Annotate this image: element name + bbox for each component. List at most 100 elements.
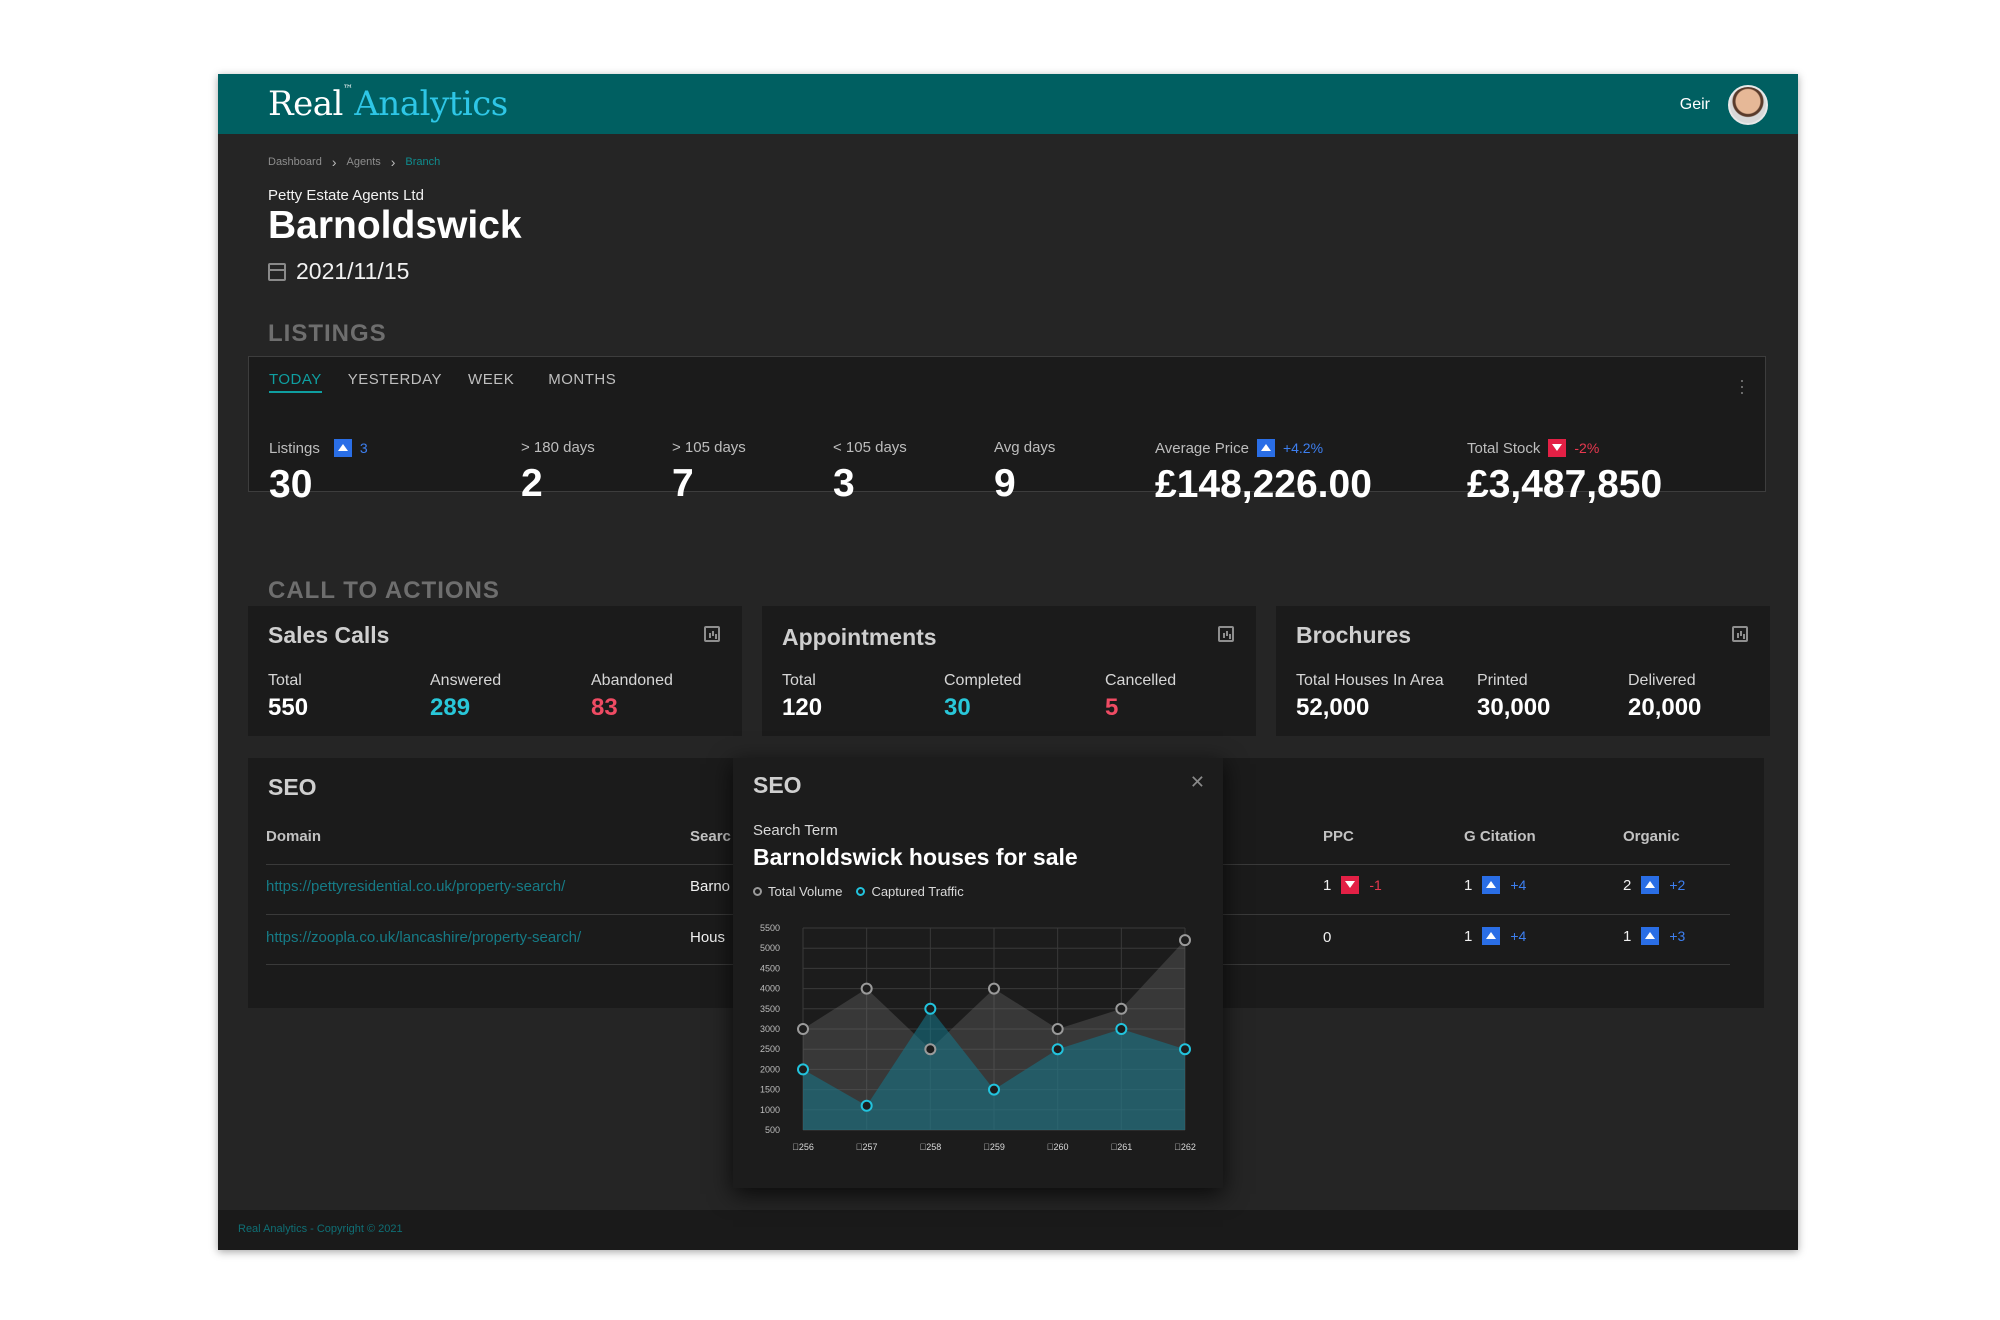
y-tick-label: 1500 xyxy=(760,1085,780,1095)
legend-item-total-volume[interactable]: Total Volume xyxy=(753,884,842,899)
g-citation-cell: 1 +4 xyxy=(1464,927,1527,945)
search-term-label: Search Term xyxy=(753,822,838,839)
x-tick-label:  256 xyxy=(792,1142,814,1152)
breadcrumb-agents[interactable]: Agents xyxy=(347,156,381,168)
trend-up-icon xyxy=(1641,876,1660,894)
y-tick-label: 5500 xyxy=(760,923,780,933)
stat-label: Average Price xyxy=(1155,439,1249,457)
top-bar: Real™Analytics Geir xyxy=(218,74,1798,134)
metric-total: Total 120 xyxy=(782,672,823,721)
bar-chart-icon[interactable] xyxy=(1218,626,1234,642)
data-point-total-volume xyxy=(797,1023,809,1035)
stat-value: 30 xyxy=(269,463,313,506)
y-tick-label: 2000 xyxy=(760,1064,780,1074)
chevron-right-icon: › xyxy=(331,154,337,170)
footer: Real Analytics - Copyright © 2021 xyxy=(218,1210,1798,1250)
g-citation-cell: 1 +4 xyxy=(1464,876,1527,894)
y-tick-label: 5000 xyxy=(760,943,780,953)
trend-down-icon xyxy=(1548,439,1567,457)
col-header-search[interactable]: Searc xyxy=(690,828,731,845)
tab-week[interactable]: WEEK xyxy=(468,371,514,393)
metric-answered: Answered 289 xyxy=(430,672,502,721)
ppc-cell: 1 -1 xyxy=(1323,876,1382,894)
card-title: Brochures xyxy=(1296,622,1412,648)
data-point-total-volume xyxy=(1115,1002,1128,1015)
card-title: Sales Calls xyxy=(268,622,390,648)
close-icon[interactable]: ✕ xyxy=(1190,772,1205,793)
calendar-icon xyxy=(268,262,286,281)
stat-value: 2 xyxy=(521,462,543,505)
more-vert-icon[interactable]: · · · xyxy=(1739,371,1745,401)
chevron-right-icon: › xyxy=(390,154,396,170)
domain-link[interactable]: https://pettyresidential.co.uk/property-… xyxy=(266,878,565,895)
stat-total-stock: Total Stock -2% £3,487,850 xyxy=(1467,439,1662,507)
stat-change: 3 xyxy=(359,440,368,456)
tab-yesterday[interactable]: YESTERDAY xyxy=(348,371,442,393)
logo[interactable]: Real™Analytics xyxy=(268,84,508,124)
legend-dot-icon xyxy=(753,887,762,896)
col-header-ppc[interactable]: PPC xyxy=(1323,828,1354,845)
data-point-total-volume xyxy=(1051,1023,1064,1035)
search-term-cell: Hous xyxy=(690,929,726,946)
stat-label: Avg days xyxy=(994,439,1056,456)
domain-link[interactable]: https://zoopla.co.uk/lancashire/property… xyxy=(266,929,581,946)
data-point-captured-traffic xyxy=(1179,1043,1191,1056)
trend-up-icon xyxy=(1482,927,1501,945)
metric-cancelled: Cancelled 5 xyxy=(1105,672,1177,721)
stat-value: 9 xyxy=(994,462,1016,505)
stat-over-105-days: > 105 days 7 xyxy=(672,439,746,506)
date-value: 2021/11/15 xyxy=(296,258,410,284)
card-sales-calls: Sales Calls Total 550 Answered 289 Abandon… xyxy=(248,606,742,736)
data-point-total-volume xyxy=(988,982,1000,995)
data-point-captured-traffic xyxy=(797,1063,809,1076)
card-appointments: Appointments Total 120 Completed 30 Cancel… xyxy=(762,606,1256,736)
card-title: Appointments xyxy=(782,624,937,650)
data-point-captured-traffic xyxy=(1051,1043,1064,1056)
y-tick-label: 1000 xyxy=(760,1105,780,1115)
tab-today[interactable]: TODAY xyxy=(269,371,322,393)
breadcrumb-branch: Branch xyxy=(405,156,441,168)
stat-change: +4.2% xyxy=(1282,440,1324,456)
stat-label: > 180 days xyxy=(521,439,595,456)
search-term-value: Barnoldswick houses for sale xyxy=(753,844,1078,870)
y-tick-label: 4000 xyxy=(760,984,780,994)
card-title: SEO xyxy=(268,774,317,800)
search-term-cell: Barno xyxy=(690,878,731,895)
avatar[interactable] xyxy=(1728,85,1768,125)
data-point-captured-traffic xyxy=(1115,1023,1128,1035)
page-title: Barnoldswick xyxy=(268,204,522,247)
popup-title: SEO xyxy=(753,772,802,798)
col-header-g-citation[interactable]: G Citation xyxy=(1464,828,1536,845)
data-point-total-volume xyxy=(924,1043,937,1056)
stat-label: Total Stock xyxy=(1467,439,1541,457)
data-point-captured-traffic xyxy=(860,1099,873,1112)
tab-months[interactable]: MONTHS xyxy=(548,371,616,393)
stat-label: < 105 days xyxy=(833,439,907,456)
breadcrumb-dashboard[interactable]: Dashboard xyxy=(268,156,322,168)
stat-under-105-days: < 105 days 3 xyxy=(833,439,907,506)
section-title-listings: LISTINGS xyxy=(268,320,387,347)
y-tick-label: 3500 xyxy=(760,1004,780,1014)
user-menu[interactable]: Geir xyxy=(1680,85,1768,125)
date-display[interactable]: 2021/11/15 xyxy=(268,258,409,285)
legend-item-captured-traffic[interactable]: Captured Traffic xyxy=(856,884,964,899)
copyright-text: Real Analytics - Copyright © 2021 xyxy=(238,1223,403,1235)
stat-listings: Listings 3 30 xyxy=(269,439,368,507)
metric-printed: Printed 30,000 xyxy=(1477,672,1551,721)
y-tick-label: 3000 xyxy=(760,1024,780,1034)
x-tick-label:  260 xyxy=(1047,1142,1069,1152)
metric-completed: Completed 30 xyxy=(944,672,1022,721)
stat-value: 3 xyxy=(833,462,855,505)
trend-up-icon xyxy=(1482,876,1501,894)
data-point-total-volume xyxy=(1179,934,1191,947)
x-tick-label:  258 xyxy=(919,1142,941,1152)
metric-abandoned: Abandoned 83 xyxy=(591,672,673,721)
col-header-domain[interactable]: Domain xyxy=(266,828,321,845)
listings-card: TODAY YESTERDAY WEEK MONTHS · · · Listings… xyxy=(248,356,1766,506)
company-name: Petty Estate Agents Ltd xyxy=(268,187,424,204)
section-title-cta: CALL TO ACTIONS xyxy=(268,577,500,604)
bar-chart-icon[interactable] xyxy=(1732,626,1748,642)
col-header-organic[interactable]: Organic xyxy=(1623,828,1680,845)
user-name[interactable]: Geir xyxy=(1680,96,1710,114)
bar-chart-icon[interactable] xyxy=(704,626,720,642)
